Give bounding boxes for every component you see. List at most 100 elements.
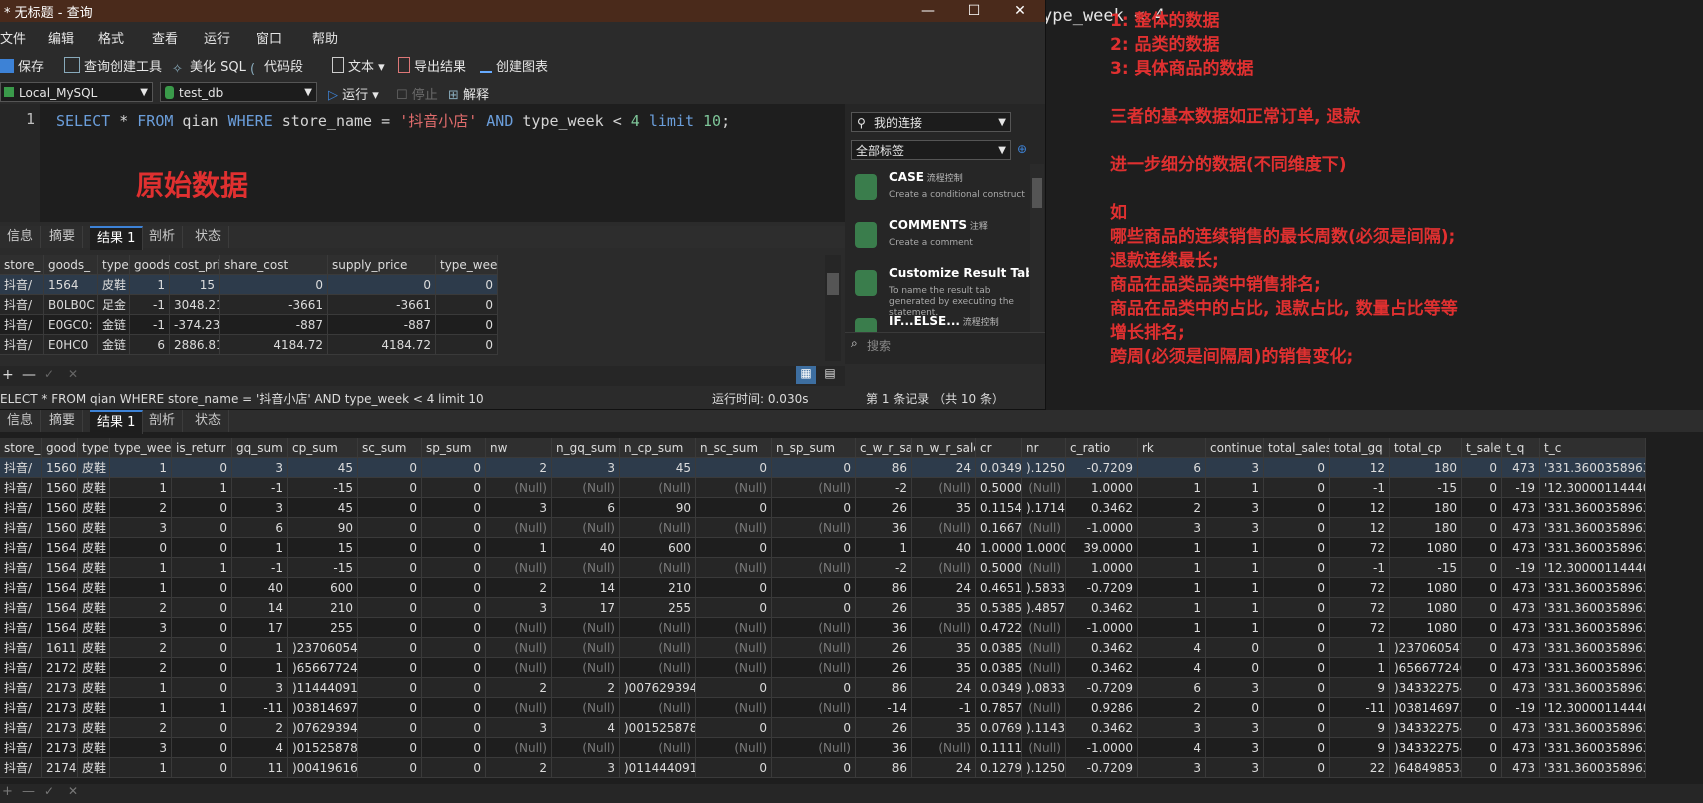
table-cell[interactable]: 0	[172, 678, 232, 698]
table-cell[interactable]: 0	[696, 678, 772, 698]
table-cell[interactable]: 抖音/	[0, 275, 44, 295]
tab-result-1[interactable]: 结果 1	[90, 410, 144, 434]
table-cell[interactable]: -1	[130, 295, 170, 315]
table-cell[interactable]: 2173	[42, 718, 78, 738]
table-cell[interactable]: 1	[110, 558, 172, 578]
table-cell[interactable]: 0.5000	[976, 558, 1022, 578]
table-cell[interactable]: 0	[772, 678, 856, 698]
table-cell[interactable]: 0	[422, 618, 486, 638]
table-cell[interactable]: 36	[856, 518, 912, 538]
table-cell[interactable]: 抖音/	[0, 518, 42, 538]
table-cell[interactable]: (Null)	[620, 698, 696, 718]
result-grid-small[interactable]: store_goods_typegoods_cost_prishare_cost…	[0, 255, 540, 355]
table-cell[interactable]: 3	[1138, 718, 1206, 738]
table-cell[interactable]: 2	[1138, 698, 1206, 718]
table-cell[interactable]: 0	[172, 578, 232, 598]
table-cell[interactable]: 0	[328, 275, 436, 295]
table-cell[interactable]: -1	[1330, 558, 1390, 578]
table-cell[interactable]: 15	[170, 275, 220, 295]
table-cell[interactable]: '331.360035896301	[1540, 618, 1646, 638]
table-cell[interactable]: 0	[436, 335, 498, 355]
table-cell[interactable]: 1560	[42, 498, 78, 518]
table-cell[interactable]: 3	[110, 518, 172, 538]
table-cell[interactable]: )656677246	[1390, 658, 1462, 678]
table-cell[interactable]: 抖音/	[0, 618, 42, 638]
column-header[interactable]: t_q	[1502, 438, 1540, 458]
table-cell[interactable]: (Null)	[620, 638, 696, 658]
save-button[interactable]: 保存	[0, 56, 44, 75]
discard-button[interactable]: ✕	[68, 784, 78, 798]
table-cell[interactable]: -1	[1330, 478, 1390, 498]
table-cell[interactable]: -19	[1502, 698, 1540, 718]
table-cell[interactable]: 0	[696, 458, 772, 478]
menu-view[interactable]: 查看	[152, 28, 178, 47]
table-cell[interactable]: 72	[1330, 598, 1390, 618]
table-cell[interactable]: 1	[110, 678, 172, 698]
menu-window[interactable]: 窗口	[256, 28, 282, 47]
table-cell[interactable]: -15	[1390, 478, 1462, 498]
table-cell[interactable]: ).1714	[1022, 498, 1066, 518]
table-cell[interactable]: 0	[1264, 698, 1330, 718]
table-cell[interactable]: 皮鞋	[78, 458, 110, 478]
table-cell[interactable]: 0	[1206, 658, 1264, 678]
table-cell[interactable]: (Null)	[486, 518, 552, 538]
table-cell[interactable]: 0	[1264, 738, 1330, 758]
table-cell[interactable]: 0	[422, 698, 486, 718]
table-cell[interactable]: 0	[422, 518, 486, 538]
column-header[interactable]: supply_price	[328, 255, 436, 275]
table-cell[interactable]: (Null)	[1022, 658, 1066, 678]
delete-row-button[interactable]: —	[22, 367, 36, 383]
table-cell[interactable]: 3	[552, 758, 620, 778]
table-cell[interactable]: (Null)	[552, 618, 620, 638]
table-cell[interactable]: 473	[1502, 658, 1540, 678]
table-cell[interactable]: 皮鞋	[98, 275, 130, 295]
table-cell[interactable]: 足金	[98, 295, 130, 315]
table-cell[interactable]: (Null)	[772, 618, 856, 638]
table-cell[interactable]: 0	[1264, 558, 1330, 578]
table-cell[interactable]: -887	[220, 315, 328, 335]
table-cell[interactable]: 1	[1206, 478, 1264, 498]
table-cell[interactable]: 1564	[42, 618, 78, 638]
table-cell[interactable]: (Null)	[552, 738, 620, 758]
table-cell[interactable]: 35	[912, 718, 976, 738]
table-cell[interactable]: 2	[110, 638, 172, 658]
column-header[interactable]: n_w_r_sale	[912, 438, 976, 458]
table-cell[interactable]: (Null)	[486, 658, 552, 678]
table-cell[interactable]: 1.0000	[1066, 478, 1138, 498]
table-cell[interactable]: 1564	[44, 275, 98, 295]
table-cell[interactable]: -15	[1390, 558, 1462, 578]
table-cell[interactable]: (Null)	[1022, 518, 1066, 538]
table-cell[interactable]: 1564	[42, 598, 78, 618]
table-cell[interactable]: 86	[856, 458, 912, 478]
table-cell[interactable]: 473	[1502, 458, 1540, 478]
table-cell[interactable]: 抖音/	[0, 335, 44, 355]
table-cell[interactable]: (Null)	[772, 558, 856, 578]
table-cell[interactable]: 3	[1206, 718, 1264, 738]
table-cell[interactable]: 86	[856, 578, 912, 598]
table-cell[interactable]: 1	[1206, 578, 1264, 598]
table-cell[interactable]: '331.360035896301	[1540, 658, 1646, 678]
table-cell[interactable]: 86	[856, 678, 912, 698]
table-cell[interactable]: 0	[358, 478, 422, 498]
table-cell[interactable]: E0HC0	[44, 335, 98, 355]
table-cell[interactable]: -1	[130, 315, 170, 335]
sql-text[interactable]: SELECT * FROM qian WHERE store_name = '抖…	[56, 110, 730, 131]
table-cell[interactable]: 抖音/	[0, 598, 42, 618]
menu-format[interactable]: 格式	[98, 28, 124, 47]
table-cell[interactable]: -0.7209	[1066, 758, 1138, 778]
table-cell[interactable]: 0	[1462, 458, 1502, 478]
table-cell[interactable]: 3	[232, 498, 288, 518]
run-button[interactable]: ▷ 运行 ▾	[328, 84, 379, 103]
table-cell[interactable]: 0	[358, 618, 422, 638]
table-cell[interactable]: 抖音/	[0, 578, 42, 598]
table-cell[interactable]: -0.7209	[1066, 678, 1138, 698]
table-cell[interactable]: 0	[358, 698, 422, 718]
table-cell[interactable]: 0.7857	[976, 698, 1022, 718]
table-cell[interactable]: 0	[1462, 598, 1502, 618]
table-cell[interactable]: (Null)	[486, 618, 552, 638]
table-cell[interactable]: 0	[436, 295, 498, 315]
table-cell[interactable]: 22	[1330, 758, 1390, 778]
table-cell[interactable]: -11	[232, 698, 288, 718]
table-cell[interactable]: 0	[422, 598, 486, 618]
table-cell[interactable]: 1	[1138, 538, 1206, 558]
